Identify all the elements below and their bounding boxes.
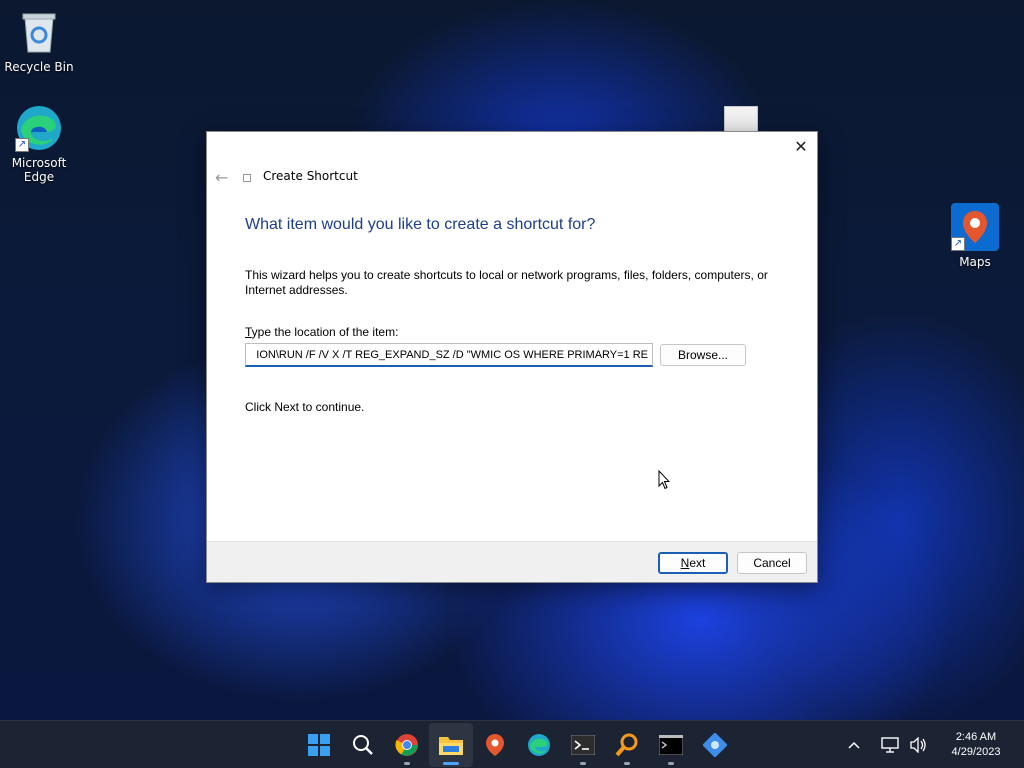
dialog-title: Create Shortcut (263, 169, 358, 183)
windows-start-icon[interactable] (297, 723, 341, 767)
clock[interactable]: 2:46 AM 4/29/2023 (940, 730, 1012, 760)
location-label-access-key: T (245, 325, 252, 339)
shortcut-arrow-icon: ↗ (951, 237, 965, 251)
magnifier-icon[interactable] (605, 723, 649, 767)
next-access-key: N (680, 556, 690, 570)
back-arrow-icon[interactable]: ← (215, 168, 228, 187)
recycle-bin-label: Recycle Bin (4, 60, 74, 74)
location-label-text: ype the location of the item: (251, 325, 399, 339)
mouse-cursor-icon (658, 469, 671, 490)
dialog-description: This wizard helps you to create shortcut… (245, 268, 768, 297)
network-icon[interactable] (878, 733, 902, 757)
desktop-icon-recycle-bin[interactable]: Recycle Bin (1, 8, 77, 74)
desktop-icon-edge[interactable]: ↗ Microsoft Edge (1, 104, 77, 184)
continue-hint: Click Next to continue. (245, 400, 365, 414)
chevron-up-icon[interactable] (842, 733, 866, 757)
active-indicator (443, 762, 459, 765)
dialog-heading: What item would you like to create a sho… (245, 216, 596, 233)
cancel-button[interactable]: Cancel (737, 552, 807, 574)
taskbar-apps (297, 721, 737, 768)
settings-app-icon[interactable] (693, 723, 737, 767)
next-button[interactable]: Next (658, 552, 728, 574)
maps-icon: ↗ (951, 203, 999, 251)
command-prompt-icon[interactable] (649, 723, 693, 767)
maps-icon[interactable] (473, 723, 517, 767)
shortcut-arrow-icon: ↗ (15, 138, 29, 152)
desktop-icon-maps[interactable]: ↗ Maps (937, 203, 1013, 269)
location-input[interactable] (245, 343, 653, 367)
recycle-bin-icon (15, 8, 63, 56)
next-label: ext (689, 556, 706, 570)
edge-label: Microsoft Edge (11, 156, 67, 184)
maps-label: Maps (959, 255, 991, 269)
terminal-icon[interactable] (561, 723, 605, 767)
browse-button[interactable]: Browse... (660, 344, 746, 366)
clock-time: 2:46 AM (955, 731, 997, 743)
running-indicator (624, 762, 630, 765)
running-indicator (580, 762, 586, 765)
running-indicator (668, 762, 674, 765)
edge-icon[interactable] (517, 723, 561, 767)
dialog-footer: Next Cancel (207, 541, 817, 582)
search-icon[interactable] (341, 723, 385, 767)
volume-icon[interactable] (906, 733, 930, 757)
file-explorer-icon[interactable] (429, 723, 473, 767)
clock-date: 4/29/2023 (951, 746, 1001, 758)
shortcut-wizard-icon (243, 174, 251, 182)
running-indicator (404, 762, 410, 765)
chrome-icon[interactable] (385, 723, 429, 767)
close-icon[interactable]: ✕ (785, 132, 817, 160)
location-label: Type the location of the item: (245, 325, 398, 339)
system-tray: 2:46 AM 4/29/2023 (840, 721, 1024, 768)
taskbar: 2:46 AM 4/29/2023 (0, 720, 1024, 768)
desktop-file-icon[interactable] (724, 106, 758, 132)
edge-icon: ↗ (15, 104, 63, 152)
create-shortcut-dialog: ✕ ← Create Shortcut What item would you … (206, 131, 818, 583)
